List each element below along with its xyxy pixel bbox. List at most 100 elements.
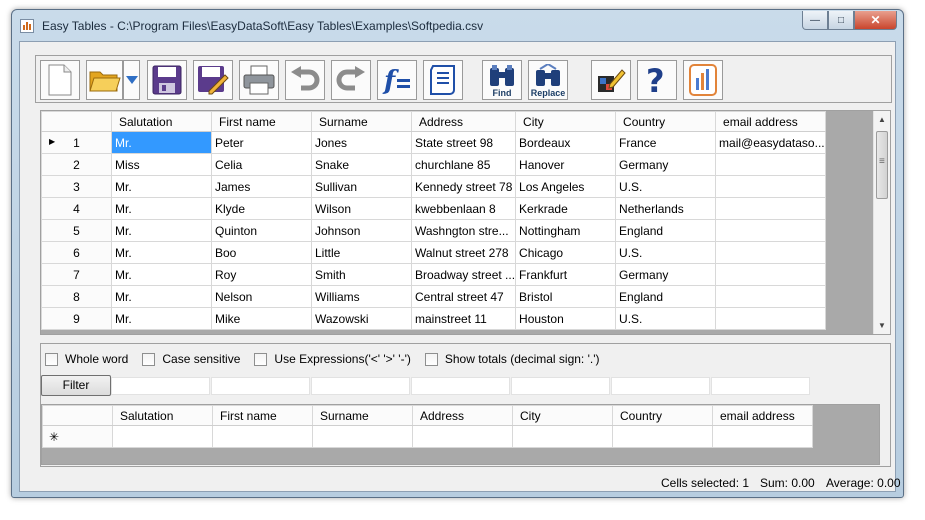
cell-surname[interactable]: Wazowski <box>311 307 412 330</box>
help-button[interactable]: ? <box>637 60 677 100</box>
cell-first-name[interactable]: James <box>211 175 312 198</box>
show-totals-checkbox[interactable] <box>424 352 438 366</box>
scroll-thumb[interactable] <box>876 131 888 199</box>
use-expressions-checkbox[interactable] <box>254 352 268 366</box>
filter-field-first-name[interactable] <box>211 377 310 395</box>
cell-salutation[interactable]: Mr. <box>111 285 212 308</box>
filter-field-surname[interactable] <box>311 377 410 395</box>
cell-first-name[interactable]: Boo <box>211 241 312 264</box>
cell-country[interactable]: Germany <box>615 263 717 286</box>
edit-save-button[interactable] <box>193 60 233 100</box>
column-header-address[interactable]: Address <box>410 111 517 132</box>
cell-first-name[interactable]: Roy <box>211 263 312 286</box>
filter-button[interactable]: Filter <box>41 375 111 396</box>
cell-country[interactable]: England <box>615 219 717 242</box>
cell-salutation[interactable]: Mr. <box>111 241 212 264</box>
cell-salutation[interactable]: Mr. <box>111 197 212 220</box>
cell-first-name[interactable]: Mike <box>211 307 312 330</box>
cell-country[interactable]: England <box>615 285 717 308</box>
cell-address[interactable]: churchlane 85 <box>410 153 517 176</box>
cell-country[interactable]: U.S. <box>615 175 717 198</box>
cell-address[interactable]: Kennedy street 78 <box>410 175 517 198</box>
cell-city[interactable]: Bristol <box>515 285 617 308</box>
filter-field-address[interactable] <box>411 377 510 395</box>
cell-address[interactable]: mainstreet 11 <box>410 307 517 330</box>
filter-field-country[interactable] <box>611 377 710 395</box>
cell-email[interactable] <box>715 197 826 220</box>
table-row[interactable]: 8 Mr. Nelson Williams Central street 47 Brist… <box>41 285 826 308</box>
scroll-down-icon[interactable]: ▼ <box>874 317 890 334</box>
cell-first-name[interactable]: Quinton <box>211 219 312 242</box>
new-row-cell[interactable] <box>612 425 713 448</box>
table-row[interactable]: 3 Mr. James Sullivan Kennedy street 78 Los An… <box>41 175 826 198</box>
open-button[interactable] <box>86 60 123 100</box>
new-row-cell[interactable] <box>312 425 413 448</box>
row-header[interactable]: 2 <box>41 153 112 176</box>
filter-field-city[interactable] <box>511 377 610 395</box>
column-header-city[interactable]: City <box>515 111 617 132</box>
cell-country[interactable]: France <box>615 131 717 154</box>
find-button[interactable]: Find <box>482 60 522 100</box>
cell-address[interactable]: Broadway street ... <box>410 263 517 286</box>
filter-field-email[interactable] <box>711 377 810 395</box>
cell-email[interactable] <box>715 285 826 308</box>
use-expressions-option[interactable]: Use Expressions('<' '>' '-') <box>254 352 411 366</box>
cell-surname[interactable]: Little <box>311 241 412 264</box>
cell-salutation[interactable]: Mr. <box>111 175 212 198</box>
cell-surname[interactable]: Snake <box>311 153 412 176</box>
cell-country[interactable]: U.S. <box>615 241 717 264</box>
cell-surname[interactable]: Jones <box>311 131 412 154</box>
filter-column-header-country[interactable]: Country <box>612 405 713 426</box>
new-row-cell[interactable] <box>112 425 213 448</box>
cell-first-name[interactable]: Peter <box>211 131 312 154</box>
filter-column-header-city[interactable]: City <box>512 405 613 426</box>
cell-first-name[interactable]: Klyde <box>211 197 312 220</box>
row-header[interactable]: 8 <box>41 285 112 308</box>
replace-button[interactable]: Replace <box>528 60 568 100</box>
cell-email[interactable] <box>715 263 826 286</box>
cell-first-name[interactable]: Celia <box>211 153 312 176</box>
table-row[interactable]: 6 Mr. Boo Little Walnut street 278 Chicago U.S… <box>41 241 826 264</box>
cell-surname[interactable]: Williams <box>311 285 412 308</box>
filter-field-salutation[interactable] <box>111 377 210 395</box>
cell-city[interactable]: Houston <box>515 307 617 330</box>
cell-salutation[interactable]: Mr. <box>111 131 212 154</box>
close-button[interactable]: ✕ <box>854 11 897 30</box>
formula-button[interactable]: f <box>377 60 417 100</box>
vertical-scrollbar[interactable]: ▲ ▼ <box>873 111 890 334</box>
cell-surname[interactable]: Johnson <box>311 219 412 242</box>
cell-address[interactable]: Walnut street 278 <box>410 241 517 264</box>
filter-column-header-first-name[interactable]: First name <box>212 405 313 426</box>
new-row-cell[interactable] <box>212 425 313 448</box>
cell-surname[interactable]: Wilson <box>311 197 412 220</box>
cell-city[interactable]: Frankfurt <box>515 263 617 286</box>
filter-column-header-address[interactable]: Address <box>412 405 513 426</box>
whole-word-option[interactable]: Whole word <box>45 352 128 366</box>
cell-city[interactable]: Chicago <box>515 241 617 264</box>
app-icon[interactable] <box>20 19 34 33</box>
row-header[interactable]: ▶ 1 <box>41 131 112 154</box>
column-header-surname[interactable]: Surname <box>311 111 412 132</box>
cell-city[interactable]: Nottingham <box>515 219 617 242</box>
table-row[interactable]: 7 Mr. Roy Smith Broadway street ... Frankfurt… <box>41 263 826 286</box>
cell-city[interactable]: Kerkrade <box>515 197 617 220</box>
show-totals-option[interactable]: Show totals (decimal sign: '.') <box>424 352 600 366</box>
print-button[interactable] <box>239 60 279 100</box>
filter-column-header-surname[interactable]: Surname <box>312 405 413 426</box>
row-header[interactable]: 5 <box>41 219 112 242</box>
column-header-first-name[interactable]: First name <box>211 111 312 132</box>
new-row-cell[interactable] <box>412 425 513 448</box>
title-bar[interactable]: Easy Tables - C:\Program Files\EasyDataS… <box>12 10 903 41</box>
cell-email[interactable] <box>715 175 826 198</box>
minimize-button[interactable]: — <box>802 11 828 30</box>
column-header-salutation[interactable]: Salutation <box>111 111 212 132</box>
cell-city[interactable]: Los Angeles <box>515 175 617 198</box>
scroll-up-icon[interactable]: ▲ <box>874 111 890 128</box>
cell-email[interactable] <box>715 219 826 242</box>
cell-email[interactable] <box>715 241 826 264</box>
cell-address[interactable]: Washngton stre... <box>410 219 517 242</box>
edit-button[interactable] <box>591 60 631 100</box>
redo-button[interactable] <box>331 60 371 100</box>
cell-country[interactable]: U.S. <box>615 307 717 330</box>
cell-salutation[interactable]: Mr. <box>111 263 212 286</box>
